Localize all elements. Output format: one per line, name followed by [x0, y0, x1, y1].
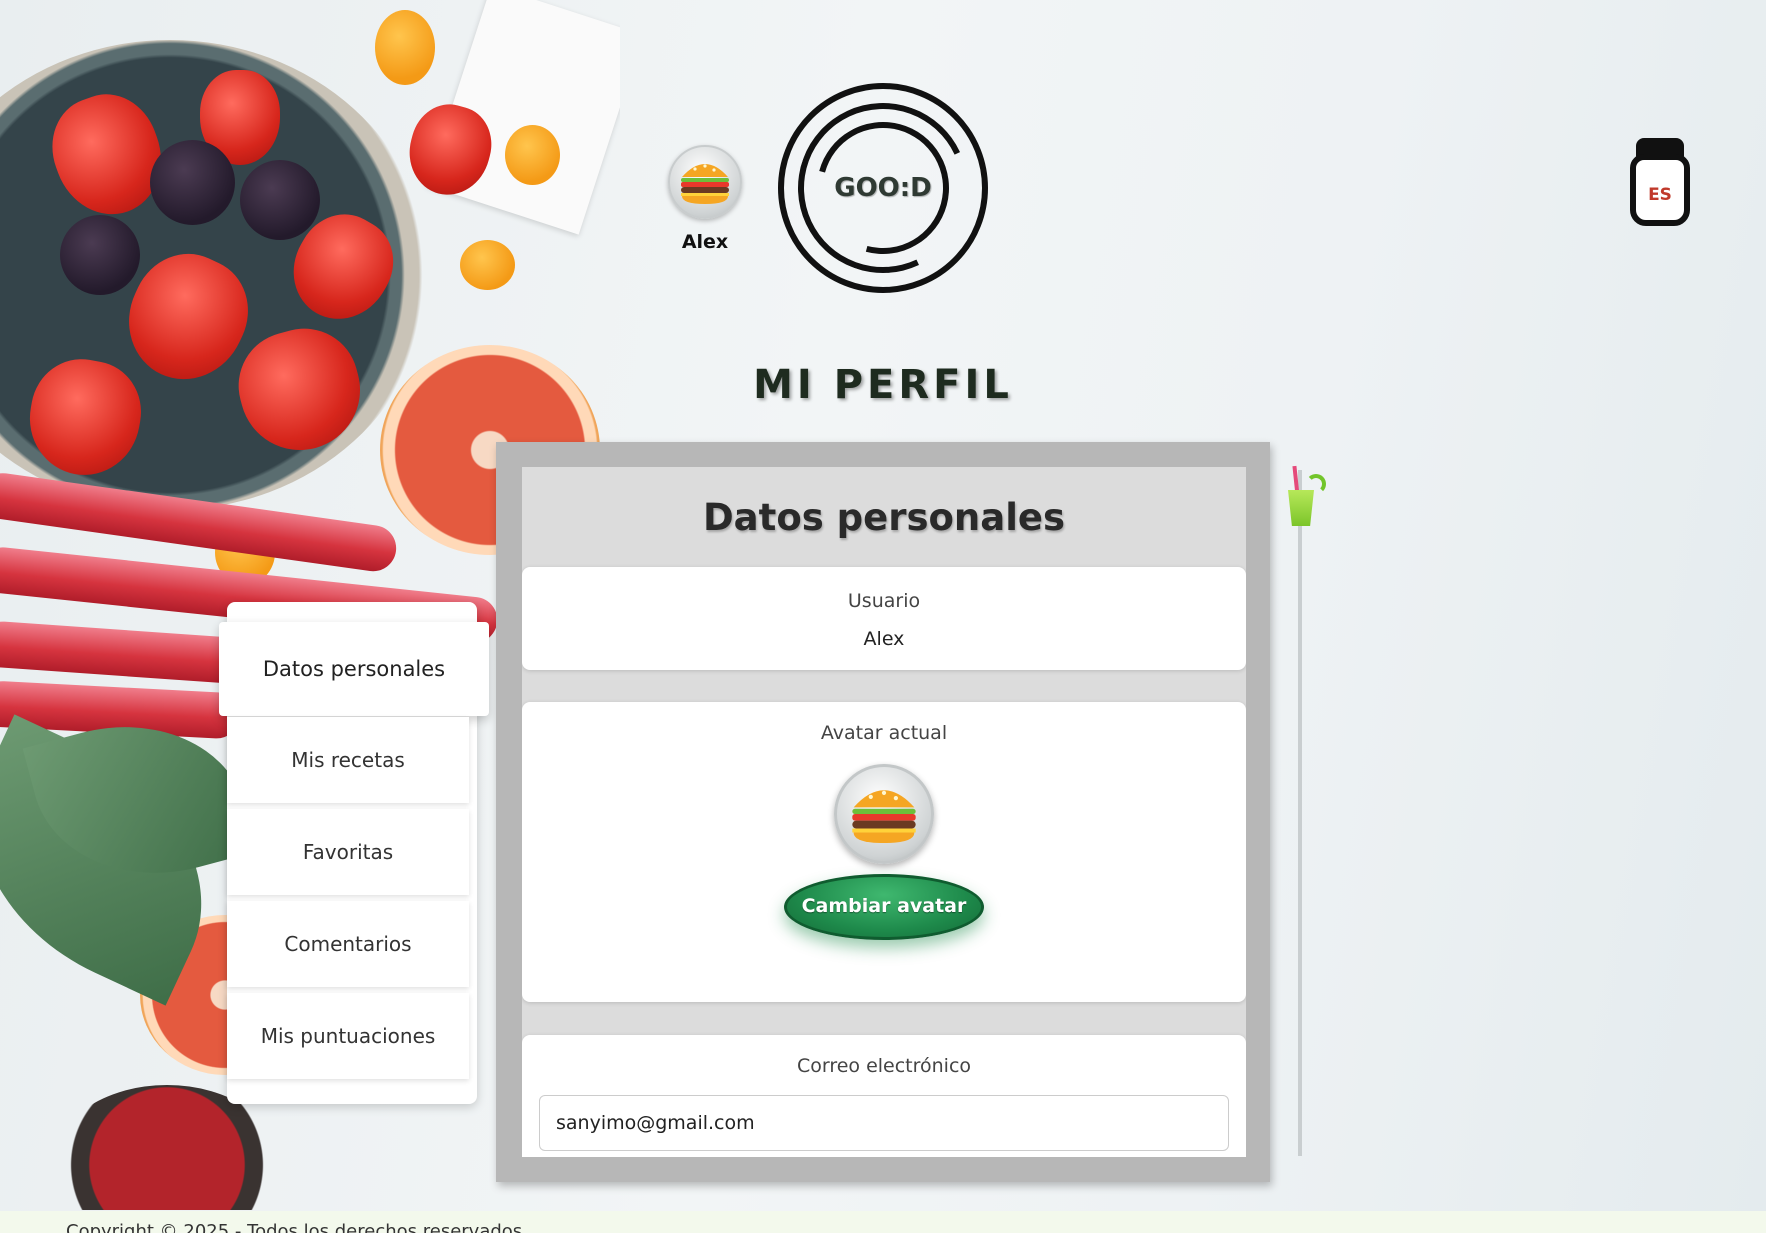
burger-icon: [681, 164, 729, 204]
avatar-card: Avatar actual Cambiar avatar: [522, 702, 1246, 1002]
menu-item-datos-personales[interactable]: Datos personales: [219, 622, 489, 716]
copyright-text: Copyright © 2025 - Todos los derechos re…: [66, 1221, 523, 1233]
cup-icon: [1288, 490, 1314, 526]
logo-text: GOO:D: [834, 173, 932, 203]
language-label: ES: [1630, 154, 1690, 226]
current-avatar: [834, 764, 934, 864]
menu-item-mis-puntuaciones[interactable]: Mis puntuaciones: [227, 993, 469, 1079]
email-field[interactable]: [539, 1095, 1229, 1151]
language-selector[interactable]: ES: [1628, 138, 1692, 228]
user-profile-block[interactable]: Alex: [668, 145, 742, 253]
username-label: Usuario: [847, 590, 921, 612]
blackberry-decoration: [60, 215, 140, 295]
menu-item-favoritas[interactable]: Favoritas: [227, 809, 469, 895]
user-name: Alex: [681, 231, 729, 253]
email-card: Correo electrónico: [522, 1035, 1246, 1157]
avatar[interactable]: [668, 145, 742, 219]
blackberry-decoration: [240, 160, 320, 240]
blackberry-decoration: [150, 140, 235, 225]
kumquat-decoration: [505, 125, 560, 185]
username-value: Alex: [863, 628, 905, 650]
username-card: Usuario Alex: [522, 567, 1246, 670]
kumquat-decoration: [375, 10, 435, 85]
menu-item-mis-recetas[interactable]: Mis recetas: [227, 717, 469, 803]
avatar-label: Avatar actual: [820, 722, 948, 744]
menu-item-comentarios[interactable]: Comentarios: [227, 901, 469, 987]
section-heading: Datos personales: [702, 495, 1066, 539]
scrollbar-track[interactable]: [1298, 470, 1302, 1156]
kumquat-decoration: [460, 240, 515, 290]
footer: Copyright © 2025 - Todos los derechos re…: [0, 1211, 1766, 1233]
profile-panel-content: Datos personales Usuario Alex Avatar act…: [522, 467, 1246, 1157]
site-logo[interactable]: GOO:D: [774, 79, 992, 297]
page-title: MI PERFIL: [753, 362, 1013, 408]
email-label: Correo electrónico: [796, 1055, 972, 1077]
profile-side-menu: Datos personales Mis recetas Favoritas C…: [219, 602, 489, 1104]
profile-panel: Datos personales Usuario Alex Avatar act…: [496, 442, 1270, 1182]
change-avatar-button[interactable]: Cambiar avatar: [784, 874, 984, 940]
burger-icon: [852, 790, 916, 844]
scrollbar-thumb-drink-icon[interactable]: [1288, 465, 1328, 530]
